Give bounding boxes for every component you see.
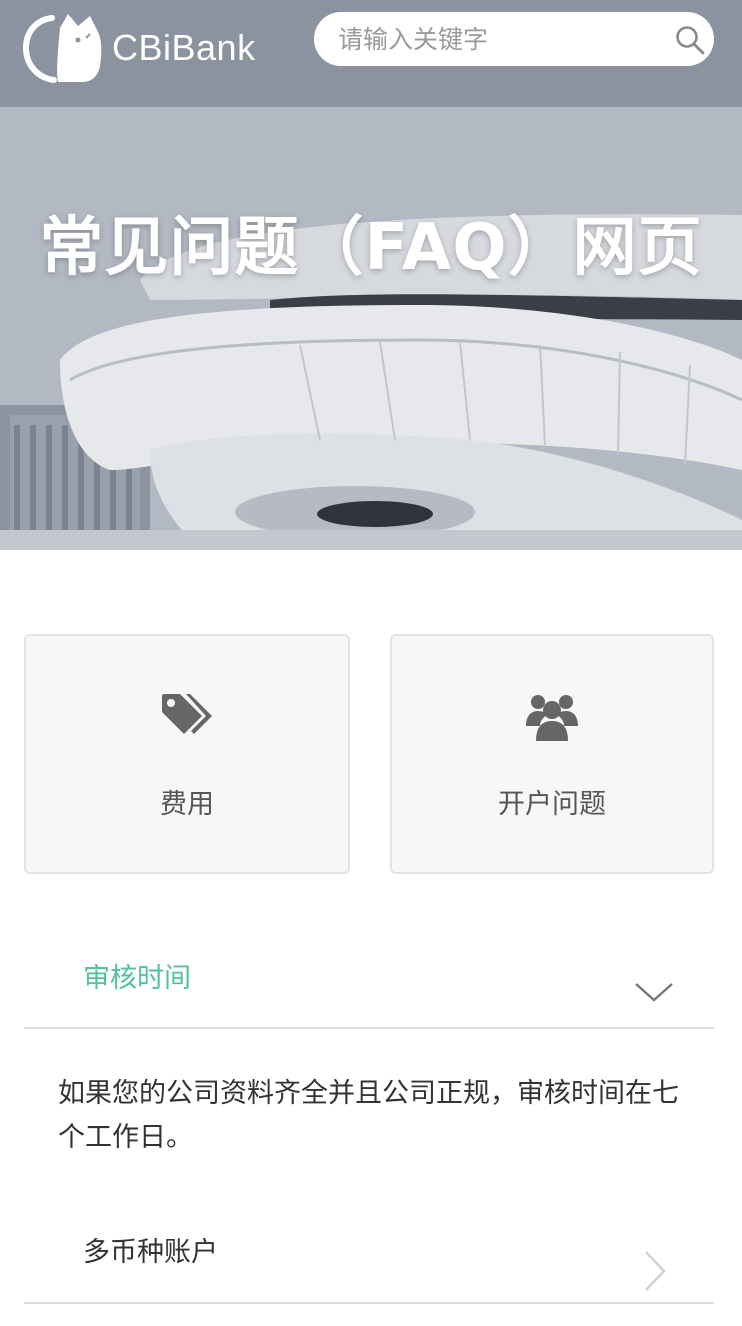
faq-item-multi-currency[interactable]: 多币种账户 xyxy=(24,1200,714,1304)
category-label: 开户问题 xyxy=(498,789,606,820)
tags-icon xyxy=(162,694,212,734)
category-card-account-opening[interactable]: 开户问题 xyxy=(390,634,714,874)
faq-question: 审核时间 xyxy=(83,963,191,994)
category-label: 费用 xyxy=(160,789,214,820)
chevron-right-icon[interactable] xyxy=(642,1250,668,1292)
search-box[interactable] xyxy=(314,12,714,66)
category-card-fees[interactable]: 费用 xyxy=(24,634,350,874)
cat-logo-icon xyxy=(22,14,102,83)
faq-item-review-time[interactable]: 审核时间 xyxy=(24,920,714,1029)
page-title: 常见问题（FAQ）网页 xyxy=(39,211,703,285)
brand-logo[interactable]: CBiBank xyxy=(22,10,256,84)
search-icon[interactable] xyxy=(674,24,706,56)
hero-banner: CBiBank 常见问题（FAQ）网页 xyxy=(0,0,742,550)
faq-answer: 如果您的公司资料齐全并且公司正规，审核时间在七个工作日。 xyxy=(58,1078,679,1153)
users-icon xyxy=(526,695,578,741)
chevron-down-icon[interactable] xyxy=(634,980,676,1004)
search-input[interactable] xyxy=(338,24,658,54)
brand-name: CBiBank xyxy=(112,27,256,68)
faq-question: 多币种账户 xyxy=(83,1237,218,1268)
